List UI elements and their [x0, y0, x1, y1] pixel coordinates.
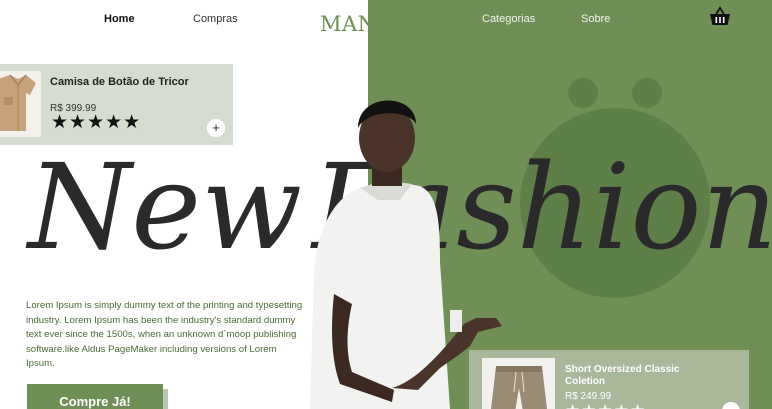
nav-sobre-link[interactable]: Sobre: [581, 13, 610, 25]
decorative-dot-left: [568, 78, 598, 108]
product-image-shirt: [0, 71, 41, 137]
decorative-dot-right: [632, 78, 662, 108]
add-to-cart-button[interactable]: +: [207, 119, 225, 137]
rating-stars: ★★★★★: [51, 112, 142, 133]
product-title: Short Oversized Classic Coletion: [565, 364, 680, 387]
product-title: Camisa de Botão de Tricor: [50, 76, 189, 88]
top-nav: Home Compras MANÖIR Categorias Sobre: [0, 0, 772, 40]
product-card-shirt[interactable]: Camisa de Botão de Tricor R$ 399.99 ★★★★…: [0, 64, 233, 145]
headline-word-new: New: [28, 138, 303, 276]
rating-stars: ★★★★★: [565, 402, 646, 409]
buy-now-button[interactable]: Compre Já!: [27, 384, 163, 409]
nav-home-link[interactable]: Home: [104, 13, 135, 25]
hero-description: Lorem Ipsum is simply dummy text of the …: [26, 300, 303, 369]
nav-compras-link[interactable]: Compras: [193, 13, 238, 25]
nav-categorias-link[interactable]: Categorias: [482, 13, 535, 25]
brand-logo[interactable]: MANÖIR: [320, 12, 419, 36]
product-image-shorts: [482, 358, 555, 409]
basket-icon[interactable]: [709, 6, 731, 26]
product-card-shorts[interactable]: Short Oversized Classic Coletion R$ 249.…: [469, 350, 749, 409]
